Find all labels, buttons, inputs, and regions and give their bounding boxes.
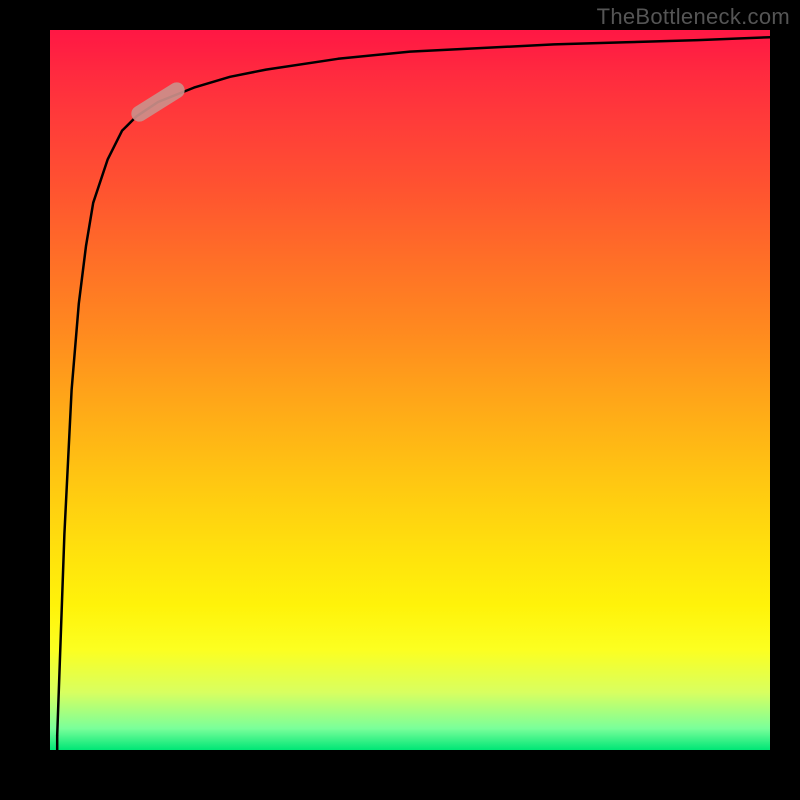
highlight-marker <box>128 79 187 124</box>
curve-layer <box>50 30 770 750</box>
chart-frame: TheBottleneck.com <box>0 0 800 800</box>
watermark-text: TheBottleneck.com <box>597 4 790 30</box>
response-curve <box>57 37 770 735</box>
